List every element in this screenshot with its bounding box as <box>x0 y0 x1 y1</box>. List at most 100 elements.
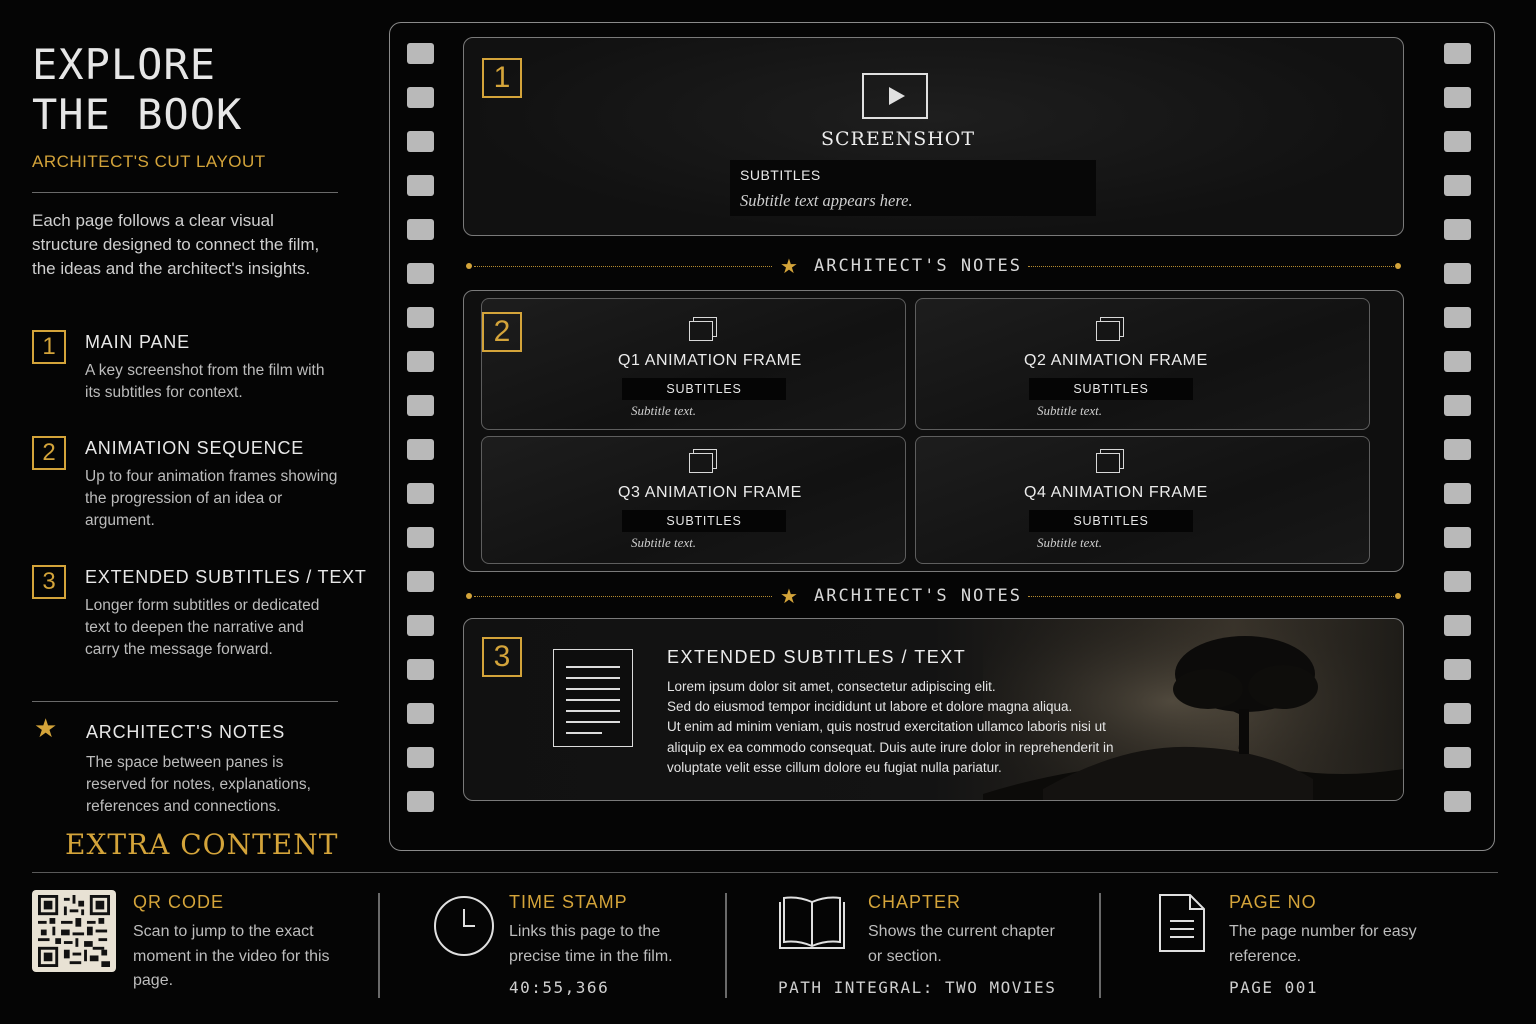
legend-heading: EXTENDED SUBTITLES / TEXT <box>85 567 367 587</box>
dot-icon <box>466 263 472 269</box>
footer-divider <box>32 872 1498 873</box>
sprocket-hole <box>1444 747 1471 768</box>
sprocket-hole <box>407 439 434 460</box>
time-stamp-description: Links this page to the precise time in t… <box>509 923 673 965</box>
text-line: Ut enim ad minim veniam, quis nostrud ex… <box>667 719 1106 735</box>
sprocket-hole <box>407 263 434 284</box>
sprocket-hole <box>1444 175 1471 196</box>
time-stamp-heading: TIME STAMP <box>509 892 628 912</box>
sprocket-hole <box>1444 351 1471 372</box>
divider <box>32 192 338 193</box>
document-icon <box>553 649 633 747</box>
sprocket-hole <box>407 351 434 372</box>
legend-heading: ARCHITECT'S NOTES <box>86 722 286 742</box>
legend-description: Up to four animation frames showing the … <box>85 468 338 529</box>
sprocket-hole <box>1444 43 1471 64</box>
legend-heading: ANIMATION SEQUENCE <box>85 438 305 458</box>
architects-notes-divider: ★ ARCHITECT'S NOTES <box>466 584 1401 608</box>
extra-content-label: EXTRA CONTENT <box>65 828 339 861</box>
sprocket-hole <box>407 395 434 416</box>
qr-code-description: Scan to jump to the exact moment in the … <box>133 923 330 989</box>
star-icon: ★ <box>780 584 798 608</box>
subtitle-text: Subtitle text. <box>631 535 696 550</box>
subtitles-label: SUBTITLES <box>1029 510 1193 532</box>
sprocket-hole <box>1444 659 1471 680</box>
frame-title: Q4 ANIMATION FRAME <box>1024 484 1208 501</box>
dot-icon <box>1395 593 1401 599</box>
subtitle-text: Subtitle text. <box>1037 535 1102 550</box>
legend-heading: MAIN PANE <box>85 332 190 352</box>
sprocket-hole <box>1444 219 1471 240</box>
frames-stack-icon <box>1096 317 1124 341</box>
sprocket-hole <box>1444 571 1471 592</box>
chapter-description: Shows the current chapter or section. <box>868 923 1055 965</box>
extended-text-title: EXTENDED SUBTITLES / TEXT <box>667 647 967 667</box>
subtitles-label: SUBTITLES <box>622 510 786 532</box>
pane-number-3: 3 <box>482 637 522 677</box>
sprocket-hole <box>1444 483 1471 504</box>
page-no-description: The page number for easy reference. <box>1229 923 1417 965</box>
extended-text-body: Lorem ipsum dolor sit amet, consectetur … <box>667 677 1167 778</box>
sprocket-hole <box>407 703 434 724</box>
sprocket-hole <box>407 483 434 504</box>
clock-icon <box>434 896 494 956</box>
subtitle-text: Subtitle text. <box>631 403 696 418</box>
subtitle-text: Subtitle text. <box>1037 403 1102 418</box>
page-icon <box>1159 894 1205 952</box>
subtitles-label: SUBTITLES <box>1029 378 1193 400</box>
dotted-line <box>1028 266 1394 267</box>
sprocket-hole <box>407 659 434 680</box>
architects-notes-label: ARCHITECT'S NOTES <box>814 256 1022 276</box>
footer-separator <box>725 893 727 998</box>
sprocket-hole <box>1444 791 1471 812</box>
text-line: Sed do eiusmod tempor incididunt ut labo… <box>667 699 1073 715</box>
page-no-value: PAGE 001 <box>1229 978 1319 997</box>
page-title-line2: THE BOOK <box>32 90 243 139</box>
legend-description: Longer form subtitles or dedicated text … <box>85 597 320 658</box>
architects-notes-divider: ★ ARCHITECT'S NOTES <box>466 254 1401 278</box>
sprocket-hole <box>407 131 434 152</box>
book-icon <box>779 896 845 949</box>
frames-stack-icon <box>689 317 717 341</box>
legend-number: 3 <box>32 565 66 599</box>
sprocket-hole <box>407 747 434 768</box>
text-line: Lorem ipsum dolor sit amet, consectetur … <box>667 679 996 694</box>
page-subtitle: ARCHITECT'S CUT LAYOUT <box>32 152 266 171</box>
screen-play-icon <box>862 73 928 119</box>
page-title-line1: EXPLORE <box>32 40 217 89</box>
qr-code-icon[interactable] <box>32 890 116 972</box>
sprocket-hole <box>407 791 434 812</box>
frame-title: Q1 ANIMATION FRAME <box>618 352 802 369</box>
pane-number-1: 1 <box>482 58 522 98</box>
sprocket-hole <box>407 615 434 636</box>
page-no-heading: PAGE NO <box>1229 892 1317 912</box>
dotted-line <box>474 266 772 267</box>
star-icon: ★ <box>780 254 798 278</box>
sprocket-hole <box>1444 307 1471 328</box>
qr-pattern <box>38 895 110 967</box>
sprocket-hole <box>1444 615 1471 636</box>
qr-code-heading: QR CODE <box>133 892 225 912</box>
frames-stack-icon <box>689 449 717 473</box>
sprocket-hole <box>1444 439 1471 460</box>
subtitles-label: SUBTITLES <box>740 167 821 183</box>
legend-description: A key screenshot from the film with its … <box>85 362 325 401</box>
time-stamp-value[interactable]: 40:55,366 <box>509 978 609 997</box>
dot-icon <box>1395 263 1401 269</box>
subtitle-text: Subtitle text appears here. <box>740 191 913 210</box>
intro-text: Each page follows a clear visual structu… <box>32 211 320 278</box>
sprocket-hole <box>1444 131 1471 152</box>
sprocket-hole <box>407 43 434 64</box>
chapter-value[interactable]: PATH INTEGRAL: TWO MOVIES <box>778 978 1056 997</box>
dot-icon <box>466 593 472 599</box>
legend-number: 1 <box>32 330 66 364</box>
dotted-line <box>474 596 772 597</box>
sprocket-hole <box>407 219 434 240</box>
chapter-heading: CHAPTER <box>868 892 962 912</box>
frame-title: Q2 ANIMATION FRAME <box>1024 352 1208 369</box>
star-icon: ★ <box>34 714 58 744</box>
footer-separator <box>1099 893 1101 998</box>
sprocket-hole <box>1444 263 1471 284</box>
architects-notes-label: ARCHITECT'S NOTES <box>814 586 1022 606</box>
text-line: aliquip ex ea commodo consequat. Duis au… <box>667 739 1114 755</box>
